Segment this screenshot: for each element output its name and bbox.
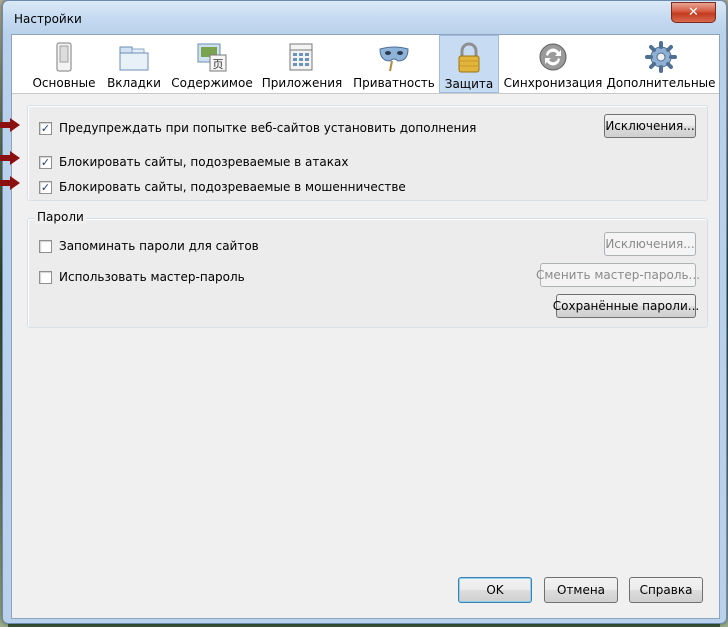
tab-general[interactable]: Основные bbox=[29, 35, 99, 93]
dialog-client-area: Основные Вкладки 页 Содержимое Приложения… bbox=[11, 34, 720, 619]
tab-content[interactable]: 页 Содержимое bbox=[171, 35, 253, 93]
sync-icon bbox=[537, 41, 569, 73]
block-attack-checkbox[interactable]: ✓ bbox=[39, 155, 52, 169]
preferences-toolbar: Основные Вкладки 页 Содержимое Приложения… bbox=[12, 35, 719, 94]
block-forgery-checkbox[interactable]: ✓ bbox=[39, 180, 52, 194]
tab-security[interactable]: Защита bbox=[439, 35, 499, 93]
remember-passwords-row[interactable]: Запоминать пароли для сайтов bbox=[39, 239, 259, 253]
remember-passwords-checkbox[interactable] bbox=[39, 239, 52, 253]
master-password-row[interactable]: Использовать мастер-пароль bbox=[39, 270, 245, 284]
help-button[interactable]: Справка bbox=[629, 577, 703, 603]
tab-security-label: Защита bbox=[444, 77, 494, 91]
tab-privacy[interactable]: Приватность bbox=[353, 35, 435, 93]
tab-content-label: Содержимое bbox=[171, 76, 253, 90]
master-password-checkbox[interactable] bbox=[39, 270, 52, 284]
addon-exceptions-button[interactable]: Исключения... bbox=[604, 114, 696, 138]
tab-sync[interactable]: Синхронизация bbox=[503, 35, 603, 93]
tab-tabs[interactable]: Вкладки bbox=[104, 35, 164, 93]
padlock-icon bbox=[453, 42, 485, 74]
tab-general-label: Основные bbox=[32, 76, 96, 90]
tab-advanced[interactable]: Дополнительные bbox=[606, 35, 716, 93]
mask-icon bbox=[378, 41, 410, 73]
block-attack-label: Блокировать сайты, подозреваемые в атака… bbox=[59, 155, 349, 169]
change-master-password-button[interactable]: Сменить мастер-пароль... bbox=[536, 263, 700, 287]
ok-button[interactable]: OK bbox=[458, 577, 532, 603]
gear-icon bbox=[645, 41, 677, 73]
block-forgery-label: Блокировать сайты, подозреваемые в мошен… bbox=[59, 180, 406, 194]
tab-sync-label: Синхронизация bbox=[503, 76, 603, 90]
block-forgery-row[interactable]: ✓ Блокировать сайты, подозреваемые в мош… bbox=[39, 180, 406, 194]
warn-addons-row[interactable]: ✓ Предупреждать при попытке веб-сайтов у… bbox=[39, 121, 476, 135]
master-password-label: Использовать мастер-пароль bbox=[59, 270, 245, 284]
tabs-icon bbox=[118, 41, 150, 73]
tab-applications-label: Приложения bbox=[261, 76, 343, 90]
warn-addons-label: Предупреждать при попытке веб-сайтов уст… bbox=[59, 121, 477, 135]
annotation-arrow-icon bbox=[0, 151, 20, 165]
close-button[interactable]: ✕ bbox=[671, 2, 716, 23]
annotation-arrow-icon bbox=[0, 118, 20, 132]
switch-icon bbox=[48, 41, 80, 73]
title-bar[interactable]: Настройки ✕ bbox=[3, 1, 726, 34]
close-icon: ✕ bbox=[688, 5, 699, 20]
tab-advanced-label: Дополнительные bbox=[606, 76, 716, 90]
tab-applications[interactable]: Приложения bbox=[261, 35, 343, 93]
security-group: ✓ Предупреждать при попытке веб-сайтов у… bbox=[27, 105, 708, 201]
saved-passwords-button[interactable]: Сохранённые пароли... bbox=[553, 294, 699, 318]
content-icon: 页 bbox=[196, 41, 228, 73]
password-exceptions-button[interactable]: Исключения... bbox=[604, 232, 696, 256]
tab-privacy-label: Приватность bbox=[353, 76, 435, 90]
warn-addons-checkbox[interactable]: ✓ bbox=[39, 121, 52, 135]
cancel-button[interactable]: Отмена bbox=[544, 577, 618, 603]
tab-tabs-label: Вкладки bbox=[107, 76, 161, 90]
passwords-group: Пароли Запоминать пароли для сайтов Искл… bbox=[27, 210, 708, 328]
window-title: Настройки bbox=[14, 12, 82, 26]
applications-icon bbox=[286, 41, 318, 73]
settings-window: Настройки ✕ Основные Вкладки 页 Содержимо… bbox=[2, 0, 727, 624]
remember-passwords-label: Запоминать пароли для сайтов bbox=[59, 239, 259, 253]
block-attack-row[interactable]: ✓ Блокировать сайты, подозреваемые в ата… bbox=[39, 155, 348, 169]
passwords-legend: Пароли bbox=[35, 210, 86, 224]
svg-text:页: 页 bbox=[213, 58, 224, 71]
annotation-arrow-icon bbox=[0, 176, 20, 190]
